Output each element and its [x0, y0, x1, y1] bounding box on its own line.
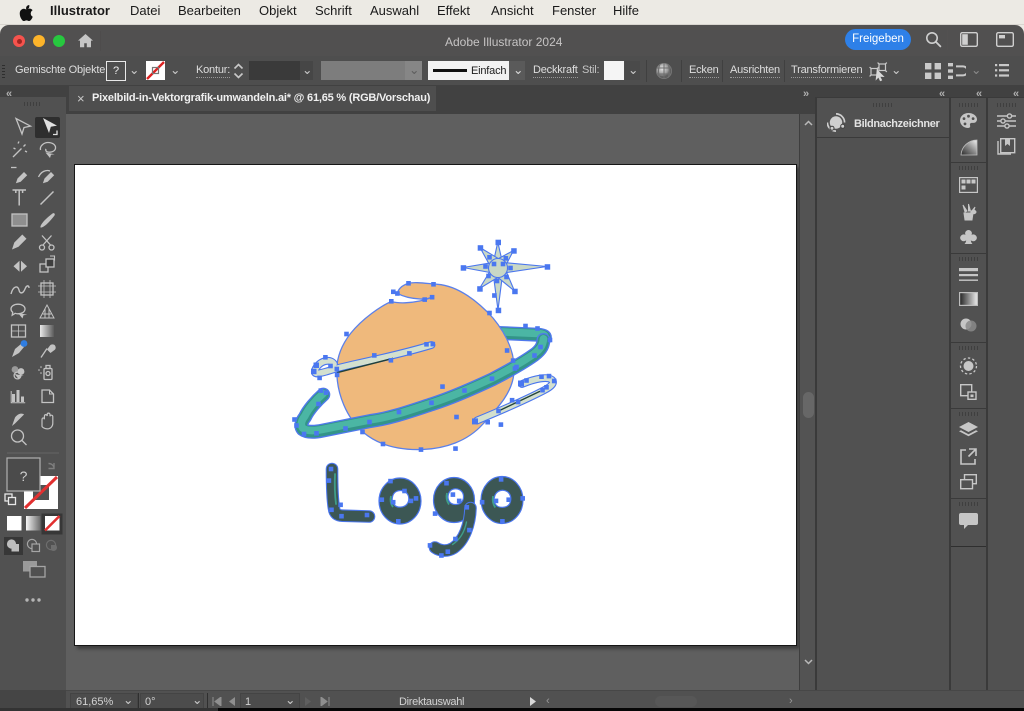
svg-text:?: ?	[20, 468, 28, 484]
